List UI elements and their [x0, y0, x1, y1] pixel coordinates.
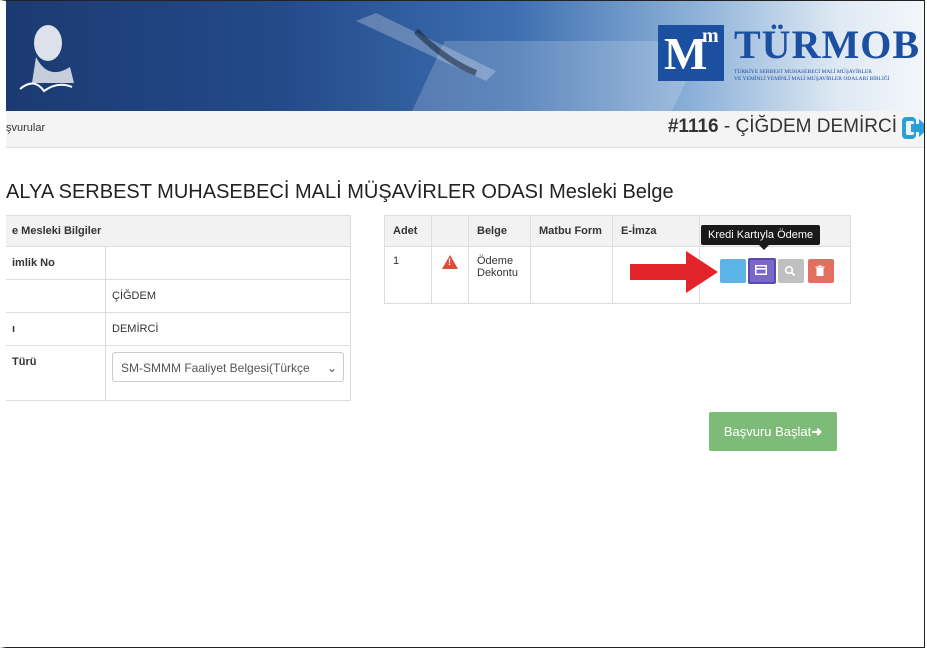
search-icon: [784, 265, 796, 277]
user-info: #1116 - ÇİĞDEM DEMİRCİ: [668, 116, 897, 138]
logo-mark-sup: m: [702, 25, 719, 47]
start-button-label: Başvuru Başlat: [723, 424, 812, 439]
belge-line1: Ödeme: [477, 255, 514, 267]
pen-image: [356, 13, 496, 81]
cell-status: !: [431, 246, 469, 304]
column-header-belge: Belge: [468, 215, 531, 247]
column-header-adet: Adet: [384, 215, 432, 247]
table-row: Türü SM-SMMM Faaliyet Belgesi(Türkçe ⌄: [6, 345, 351, 401]
view-button[interactable]: [778, 259, 804, 283]
arrow-right-icon: ➜: [811, 424, 823, 439]
page-title: ALYA SERBEST MUHASEBECİ MALİ MÜŞAVİRLER …: [6, 181, 674, 203]
payment-tooltip: Kredi Kartıyla Ödeme: [701, 225, 821, 250]
professional-info-table: e Mesleki Bilgiler imlik No ÇİĞDEM ı DEM…: [6, 215, 351, 401]
page-frame: M m TÜRMOB TÜRKİYE SERBEST MUHASEBECİ MA…: [0, 0, 925, 648]
cell-adet: 1: [384, 246, 432, 304]
logout-icon[interactable]: [901, 115, 925, 141]
turmob-logo: M m TÜRMOB TÜRKİYE SERBEST MUHASEBECİ MA…: [658, 22, 924, 93]
trash-icon: [815, 265, 825, 276]
start-application-button[interactable]: Başvuru Başlat➜: [709, 412, 837, 451]
logo-mark-letter: M: [664, 28, 708, 79]
logo-subtitle: TÜRKİYE SERBEST MUHASEBECİ MALİ MÜŞAVİRL…: [734, 69, 890, 83]
user-name: ÇİĞDEM DEMİRCİ: [735, 116, 898, 137]
credit-card-payment-button[interactable]: [748, 258, 776, 284]
upload-button[interactable]: [720, 259, 746, 283]
chevron-down-icon: ⌄: [323, 353, 337, 381]
column-header-matbu-form: Matbu Form: [530, 215, 613, 247]
warning-icon: !: [442, 255, 458, 269]
logo-mark: M m: [658, 25, 724, 81]
select-value: SM-SMMM Faaliyet Belgesi(Türkçe: [121, 361, 310, 375]
ataturk-portrait-logo: [19, 25, 74, 93]
column-header-status: [431, 215, 469, 247]
breadcrumb[interactable]: şvurular: [6, 122, 45, 134]
table-row: ı DEMİRCİ: [6, 312, 351, 346]
belge-line2: Dekontu: [477, 267, 518, 279]
row-value: ÇİĞDEM: [105, 279, 351, 313]
row-value: DEMİRCİ: [105, 312, 351, 346]
row-label: ı: [6, 312, 106, 346]
row-value: [105, 246, 351, 280]
table-row: imlik No: [6, 246, 351, 280]
cell-matbu-form: [530, 246, 613, 304]
document-type-cell: SM-SMMM Faaliyet Belgesi(Türkçe ⌄: [105, 345, 351, 401]
row-label: imlik No: [6, 246, 106, 280]
table-row: ÇİĞDEM: [6, 279, 351, 313]
info-table-header: e Mesleki Bilgiler: [6, 215, 351, 247]
user-separator: -: [718, 116, 736, 137]
logo-word: TÜRMOB: [734, 22, 920, 67]
cell-belge: Ödeme Dekontu: [468, 246, 531, 304]
row-label: Türü: [6, 345, 106, 401]
header-banner: M m TÜRMOB TÜRKİYE SERBEST MUHASEBECİ MA…: [6, 1, 924, 111]
delete-button[interactable]: [808, 259, 834, 283]
red-arrow-annotation: [630, 251, 718, 293]
row-label: [6, 279, 106, 313]
column-header-e-imza: E-İmza: [612, 215, 700, 247]
logo-subtitle-line1: TÜRKİYE SERBEST MUHASEBECİ MALİ MÜŞAVİRL…: [734, 69, 872, 75]
credit-card-icon: [755, 265, 767, 275]
application-id: #1116: [667, 116, 719, 137]
document-type-select[interactable]: SM-SMMM Faaliyet Belgesi(Türkçe ⌄: [112, 352, 344, 382]
breadcrumb-bar: şvurular #1116 - ÇİĞDEM DEMİRCİ: [6, 111, 925, 148]
logo-subtitle-line2: VE YEMİNLİ YEMİNLİ MALİ MÜŞAVİRLER ODALA…: [734, 76, 890, 82]
